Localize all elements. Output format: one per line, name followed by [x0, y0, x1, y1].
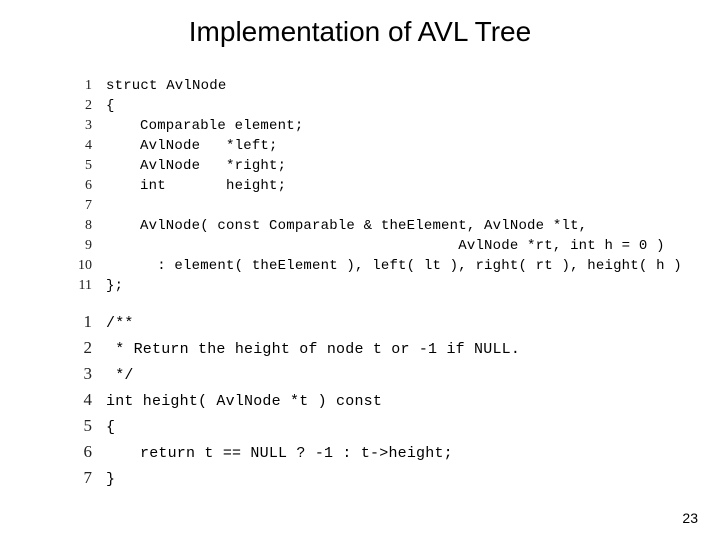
code-text: struct AvlNode	[106, 78, 226, 94]
code-line: 10 : element( theElement ), left( lt ), …	[62, 258, 682, 278]
line-number: 9	[62, 238, 106, 254]
code-text: : element( theElement ), left( lt ), rig…	[106, 258, 682, 274]
code-block-struct: 1 struct AvlNode 2 { 3 Comparable elemen…	[62, 78, 682, 298]
code-text: {	[106, 98, 115, 114]
code-line: 5 {	[62, 416, 520, 442]
code-line: 6 int height;	[62, 178, 682, 198]
code-text: Comparable element;	[106, 118, 303, 134]
code-text: int height( AvlNode *t ) const	[106, 393, 382, 410]
code-line: 9 AvlNode *rt, int h = 0 )	[62, 238, 682, 258]
code-line: 1 struct AvlNode	[62, 78, 682, 98]
code-line: 5 AvlNode *right;	[62, 158, 682, 178]
code-line: 7 }	[62, 468, 520, 494]
code-line: 2 {	[62, 98, 682, 118]
line-number: 5	[62, 158, 106, 174]
line-number: 3	[62, 118, 106, 134]
code-line: 2 * Return the height of node t or -1 if…	[62, 338, 520, 364]
line-number: 1	[62, 78, 106, 94]
code-text: int height;	[106, 178, 286, 194]
line-number: 5	[62, 416, 106, 436]
slide: Implementation of AVL Tree 1 struct AvlN…	[0, 0, 720, 540]
code-text: AvlNode *rt, int h = 0 )	[106, 238, 665, 254]
line-number: 1	[62, 312, 106, 332]
code-text: * Return the height of node t or -1 if N…	[106, 341, 520, 358]
line-number: 7	[62, 198, 106, 214]
code-line: 8 AvlNode( const Comparable & theElement…	[62, 218, 682, 238]
code-text: }	[106, 471, 115, 488]
code-text: };	[106, 278, 123, 294]
line-number: 4	[62, 138, 106, 154]
line-number: 2	[62, 98, 106, 114]
code-line: 6 return t == NULL ? -1 : t->height;	[62, 442, 520, 468]
code-line: 4 AvlNode *left;	[62, 138, 682, 158]
line-number: 6	[62, 178, 106, 194]
line-number: 4	[62, 390, 106, 410]
line-number: 10	[62, 258, 106, 274]
code-line: 11 };	[62, 278, 682, 298]
code-line: 3 Comparable element;	[62, 118, 682, 138]
code-text: */	[106, 367, 134, 384]
line-number: 6	[62, 442, 106, 462]
line-number: 11	[62, 278, 106, 294]
code-text: return t == NULL ? -1 : t->height;	[106, 445, 453, 462]
line-number: 8	[62, 218, 106, 234]
slide-title: Implementation of AVL Tree	[0, 16, 720, 48]
code-block-height-fn: 1 /** 2 * Return the height of node t or…	[62, 312, 520, 494]
code-line: 7	[62, 198, 682, 218]
code-text: AvlNode *right;	[106, 158, 286, 174]
page-number: 23	[682, 510, 698, 526]
code-line: 3 */	[62, 364, 520, 390]
code-line: 1 /**	[62, 312, 520, 338]
code-text: AvlNode *left;	[106, 138, 278, 154]
line-number: 7	[62, 468, 106, 488]
code-line: 4 int height( AvlNode *t ) const	[62, 390, 520, 416]
code-text: /**	[106, 315, 134, 332]
line-number: 3	[62, 364, 106, 384]
line-number: 2	[62, 338, 106, 358]
code-text: AvlNode( const Comparable & theElement, …	[106, 218, 587, 234]
code-text: {	[106, 419, 115, 436]
